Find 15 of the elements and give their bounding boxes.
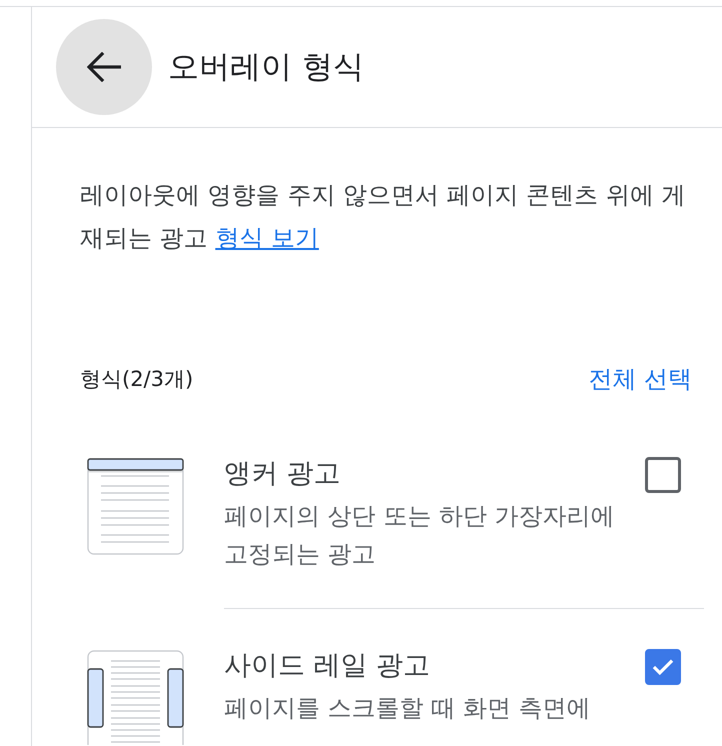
checkbox[interactable] <box>645 649 681 685</box>
page-title: 오버레이 형식 <box>168 48 364 87</box>
page-top-banner-icon <box>87 458 184 555</box>
format-count-label: 형식(2/3개) <box>80 366 194 393</box>
arrow-left-icon <box>87 52 121 82</box>
checkmark-icon <box>652 659 674 675</box>
format-description: 페이지를 스크롤할 때 화면 측면에 <box>224 693 592 724</box>
format-title: 사이드 레일 광고 <box>224 650 432 682</box>
view-formats-link[interactable]: 형식 보기 <box>215 224 319 252</box>
checkbox[interactable] <box>645 457 681 493</box>
format-description: 페이지의 상단 또는 하단 가장자리에 고정되는 광고 <box>224 501 616 570</box>
description-text: 레이아웃에 영향을 주지 않으면서 페이지 콘텐츠 위에 게재되는 광고 형식 보기 <box>80 180 686 254</box>
format-title: 앵커 광고 <box>224 458 342 490</box>
page-side-rails-icon <box>87 650 184 745</box>
select-all-link[interactable]: 전체 선택 <box>588 363 692 395</box>
